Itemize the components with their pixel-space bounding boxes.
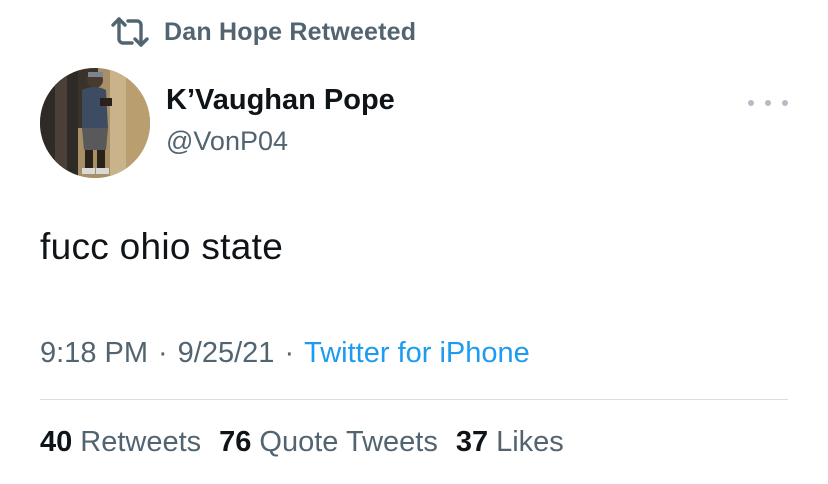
more-options-button[interactable] — [748, 90, 788, 116]
retweets-label: Retweets — [80, 425, 202, 458]
more-dot-icon — [748, 100, 754, 106]
avatar[interactable] — [40, 68, 150, 178]
divider — [40, 399, 788, 400]
user-handle[interactable]: @VonP04 — [166, 126, 288, 157]
quote-tweets-stat[interactable]: 76 Quote Tweets — [219, 426, 438, 459]
more-dot-icon — [765, 100, 771, 106]
likes-label: Likes — [496, 425, 564, 458]
retweet-icon — [111, 17, 149, 47]
retweets-stat[interactable]: 40 Retweets — [40, 426, 201, 459]
quote-tweets-label: Quote Tweets — [259, 425, 438, 458]
social-context: Dan Hope Retweeted — [110, 14, 416, 50]
profile-photo — [40, 68, 150, 178]
tweet-text: fucc ohio state — [40, 226, 284, 267]
retweets-count: 40 — [40, 425, 73, 458]
likes-count: 37 — [455, 425, 489, 458]
likes-stat[interactable]: 37 Likes — [456, 426, 564, 459]
meta-separator: · — [158, 336, 168, 369]
engagement-stats: 40 Retweets 76 Quote Tweets 37 Likes — [40, 422, 582, 462]
more-dot-icon — [782, 100, 788, 106]
quote-tweets-count: 76 — [219, 425, 252, 458]
retweeted-by-text[interactable]: Dan Hope Retweeted — [164, 18, 416, 47]
tweet-date[interactable]: 9/25/21 — [178, 337, 275, 370]
tweet-time[interactable]: 9:18 PM — [40, 337, 148, 370]
meta-separator: · — [284, 336, 295, 369]
display-name[interactable]: K’Vaughan Pope — [166, 84, 395, 117]
tweet-meta: 9:18 PM · 9/25/21 · Twitter for iPhone — [40, 333, 530, 373]
tweet-source-link[interactable]: Twitter for iPhone — [304, 337, 530, 370]
